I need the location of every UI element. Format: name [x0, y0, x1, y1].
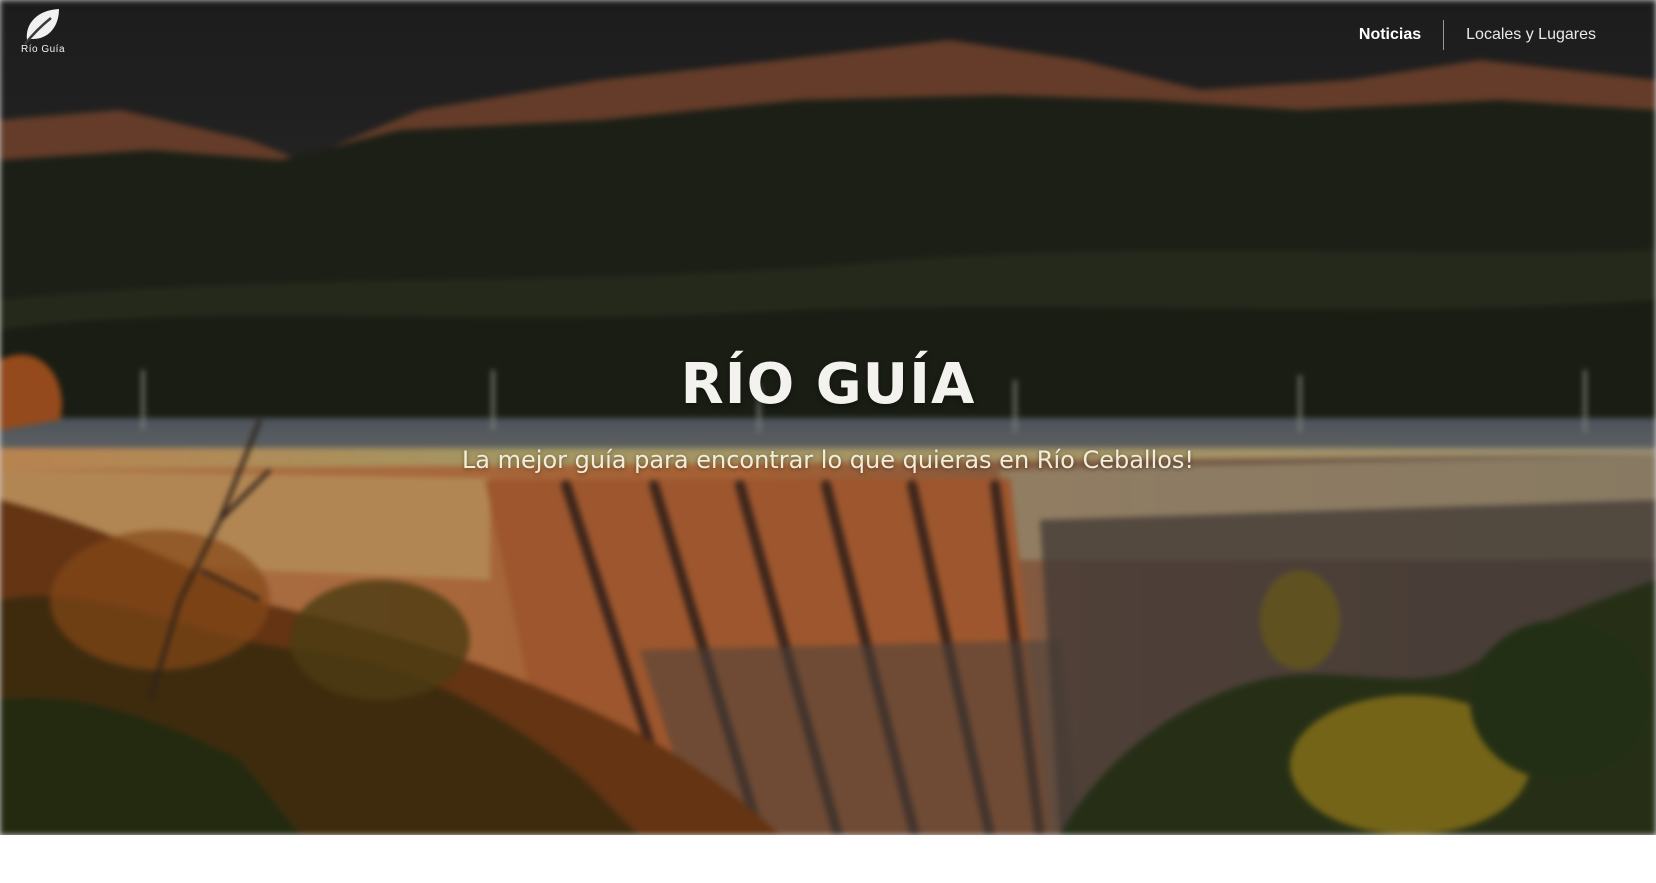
hero-dark-overlay [0, 0, 1656, 835]
logo-text: Río Guía [20, 44, 66, 55]
nav-item-noticias[interactable]: Noticias [1337, 26, 1443, 44]
nav-item-locales-y-lugares[interactable]: Locales y Lugares [1444, 26, 1618, 44]
top-nav: Noticias Locales y Lugares [1337, 18, 1618, 52]
hero-subtitle: La mejor guía para encontrar lo que quie… [461, 446, 1195, 474]
hero-title: RÍO GUÍA [680, 352, 976, 417]
hero-section: Río Guía Noticias Locales y Lugares RÍO … [0, 0, 1656, 835]
page-below-hero [0, 835, 1656, 883]
leaf-icon [10, 6, 76, 46]
site-logo[interactable]: Río Guía [10, 6, 76, 66]
